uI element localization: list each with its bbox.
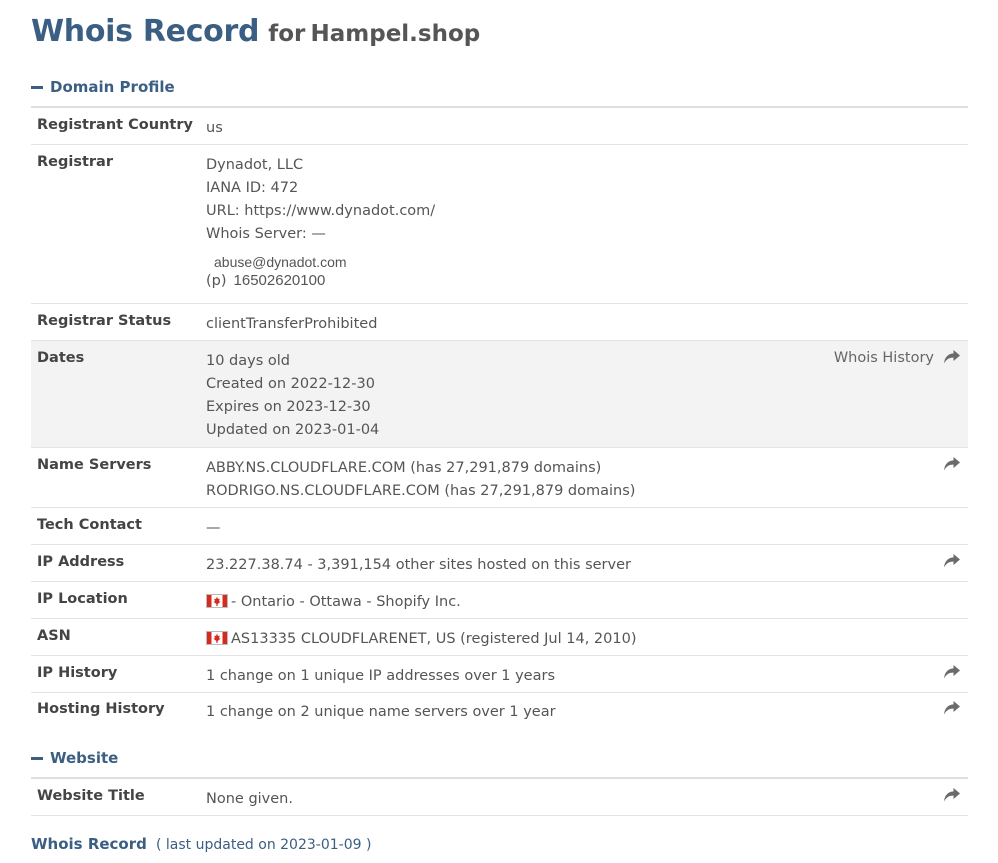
row-ip-address: IP Address 23.227.38.74 - 3,391,154 othe… — [31, 545, 968, 582]
whois-history-link[interactable]: Whois History — [834, 350, 934, 366]
row-value: 23.227.38.74 - 3,391,154 other sites hos… — [206, 557, 631, 573]
registrar-name: Dynadot, LLC — [206, 157, 304, 173]
dates-details: 10 days old Created on 2022-12-30 Expire… — [206, 350, 379, 442]
share-arrow-icon[interactable] — [943, 553, 961, 569]
registrar-url[interactable]: URL: https://www.dynadot.com/ — [206, 200, 435, 223]
row-value: clientTransferProhibited — [206, 316, 378, 332]
row-tech-contact: Tech Contact — — [31, 508, 968, 545]
row-label: IP History — [37, 665, 118, 681]
registrar-phone: (p) 16502620100 — [206, 269, 435, 292]
name-servers-list: ABBY.NS.CLOUDFLARE.COM (has 27,291,879 d… — [206, 457, 635, 503]
row-value: us — [206, 120, 223, 136]
share-arrow-icon[interactable] — [943, 456, 961, 472]
created-date: Created on 2022-12-30 — [206, 376, 375, 392]
minus-icon — [31, 756, 43, 760]
share-arrow-icon[interactable] — [943, 700, 961, 716]
registrar-email: abuse@dynadot.com — [214, 254, 347, 270]
page-title: Whois Record for Hampel.shop — [31, 14, 480, 49]
domain-profile-toggle[interactable]: Domain Profile — [31, 76, 175, 98]
registrar-details: Dynadot, LLC IANA ID: 472 URL: https://w… — [206, 154, 435, 292]
row-value: — — [206, 520, 221, 536]
whois-record-footer: Whois Record ( last updated on 2023-01-0… — [31, 834, 371, 853]
row-label: Registrant Country — [37, 117, 193, 133]
ip-location-text: - Ontario - Ottawa - Shopify Inc. — [231, 594, 461, 610]
row-registrar-status: Registrar Status clientTransferProhibite… — [31, 304, 968, 341]
row-website-title: Website Title None given. — [31, 779, 968, 816]
row-value: 1 change on 1 unique IP addresses over 1… — [206, 668, 556, 684]
row-label: Tech Contact — [37, 517, 142, 533]
website-toggle[interactable]: Website — [31, 747, 118, 769]
row-label: IP Location — [37, 591, 128, 607]
asn-value: AS13335 CLOUDFLARENET, US (registered Ju… — [206, 628, 636, 651]
row-value: 1 change on 2 unique name servers over 1… — [206, 704, 556, 720]
expires-date: Expires on 2023-12-30 — [206, 399, 371, 415]
domain-age: 10 days old — [206, 353, 290, 369]
canada-flag-icon — [206, 594, 228, 608]
website-heading: Website — [50, 749, 119, 767]
registrar-iana: IANA ID: 472 — [206, 180, 299, 196]
updated-date: Updated on 2023-01-04 — [206, 422, 380, 438]
row-ip-history: IP History 1 change on 1 unique IP addre… — [31, 656, 968, 693]
row-label: ASN — [37, 628, 71, 644]
row-value: None given. — [206, 791, 293, 807]
name-server-2: RODRIGO.NS.CLOUDFLARE.COM (has 27,291,87… — [206, 483, 636, 499]
last-updated-text: ( last updated on 2023-01-09 ) — [155, 837, 372, 853]
share-arrow-icon[interactable] — [943, 349, 961, 365]
domain-profile-heading: Domain Profile — [50, 78, 175, 96]
row-label: Name Servers — [37, 457, 152, 473]
row-registrant-country: Registrant Country us — [31, 108, 968, 145]
minus-icon — [31, 85, 43, 89]
phone-prefix: (p) — [206, 273, 227, 289]
row-label: Hosting History — [37, 701, 165, 717]
page-title-for: for — [268, 21, 306, 47]
ip-location-value: - Ontario - Ottawa - Shopify Inc. — [206, 591, 461, 614]
row-label: IP Address — [37, 554, 125, 570]
row-label: Website Title — [37, 788, 145, 804]
phone-number: 16502620100 — [233, 272, 326, 289]
row-hosting-history: Hosting History 1 change on 2 unique nam… — [31, 692, 968, 729]
row-label: Registrar Status — [37, 313, 172, 329]
whois-record-heading: Whois Record — [31, 835, 147, 853]
row-asn: ASN AS13335 CLOUDFLARENET, US (registere… — [31, 619, 968, 656]
page-title-domain: Hampel.shop — [310, 21, 481, 47]
row-registrar: Registrar Dynadot, LLC IANA ID: 472 URL:… — [31, 145, 968, 304]
share-arrow-icon[interactable] — [943, 787, 961, 803]
asn-text: AS13335 CLOUDFLARENET, US (registered Ju… — [231, 631, 637, 647]
row-dates: Dates 10 days old Created on 2022-12-30 … — [31, 341, 968, 448]
page-title-main: Whois Record — [31, 14, 260, 49]
row-label: Registrar — [37, 154, 113, 170]
canada-flag-icon — [206, 631, 228, 645]
row-name-servers: Name Servers ABBY.NS.CLOUDFLARE.COM (has… — [31, 448, 968, 508]
row-ip-location: IP Location - Ontario - Ottawa - Shopify… — [31, 582, 968, 619]
share-arrow-icon[interactable] — [943, 664, 961, 680]
row-label: Dates — [37, 350, 85, 366]
registrar-whois-server: Whois Server: — — [206, 226, 326, 242]
name-server-1: ABBY.NS.CLOUDFLARE.COM (has 27,291,879 d… — [206, 460, 602, 476]
